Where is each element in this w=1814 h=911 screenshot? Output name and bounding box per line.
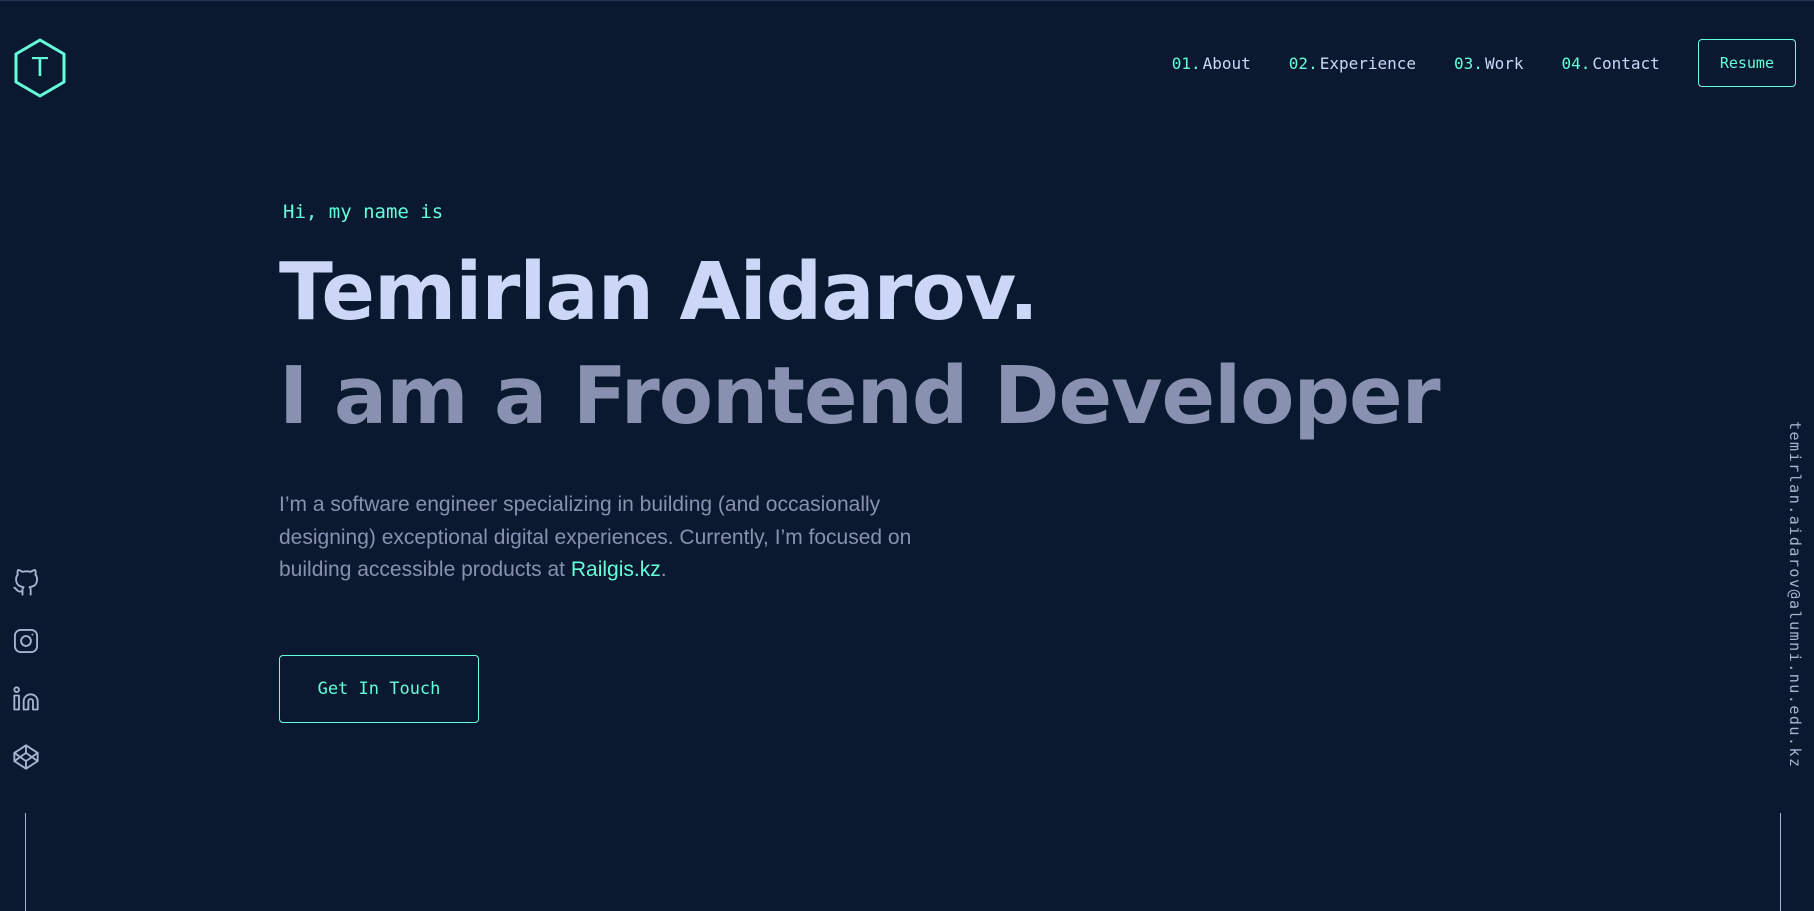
nav-label: Experience	[1319, 53, 1417, 73]
instagram-icon	[13, 628, 39, 654]
nav-label: About	[1202, 53, 1251, 73]
description-end: .	[660, 558, 667, 581]
nav-number: 03.	[1454, 53, 1483, 73]
get-in-touch-button[interactable]: Get In Touch	[279, 655, 479, 723]
social-links	[12, 569, 40, 801]
codepen-icon	[13, 744, 39, 770]
linkedin-link[interactable]	[12, 685, 40, 713]
logo-letter: T	[32, 53, 48, 83]
resume-button[interactable]: Resume	[1697, 39, 1796, 87]
codepen-link[interactable]	[12, 743, 40, 771]
nav-link-work[interactable]: 03. Work	[1454, 54, 1523, 73]
nav-link-experience[interactable]: 02. Experience	[1289, 54, 1416, 73]
company-link[interactable]: Railgis.kz	[571, 558, 661, 581]
email-link[interactable]: temirlan.aidarov@alumni.nu.edu.kz	[1780, 421, 1804, 769]
nav-number: 01.	[1171, 53, 1201, 73]
nav-number: 04.	[1561, 53, 1591, 73]
instagram-link[interactable]	[12, 627, 40, 655]
hero-intro: Hi, my name is	[283, 201, 444, 223]
right-rail-line	[1780, 813, 1781, 911]
nav-label: Work	[1484, 53, 1524, 73]
left-rail-line	[25, 813, 26, 911]
nav-link-about[interactable]: 01. About	[1172, 54, 1251, 73]
hero-role: I am a Frontend Developer	[279, 350, 1441, 442]
nav-link-contact[interactable]: 04. Contact	[1561, 54, 1659, 73]
nav-label: Contact	[1592, 53, 1660, 73]
hero-name: Temirlan Aidarov.	[279, 246, 1039, 338]
nav-number: 02.	[1288, 53, 1318, 73]
github-icon	[13, 569, 39, 596]
top-nav: 01. About 02. Experience 03. Work 04. Contac…	[1172, 39, 1796, 87]
linkedin-icon	[13, 686, 39, 711]
logo[interactable]: T	[12, 37, 68, 99]
hero-description: I’m a software engineer specializing in …	[279, 489, 969, 587]
github-link[interactable]	[12, 569, 40, 597]
